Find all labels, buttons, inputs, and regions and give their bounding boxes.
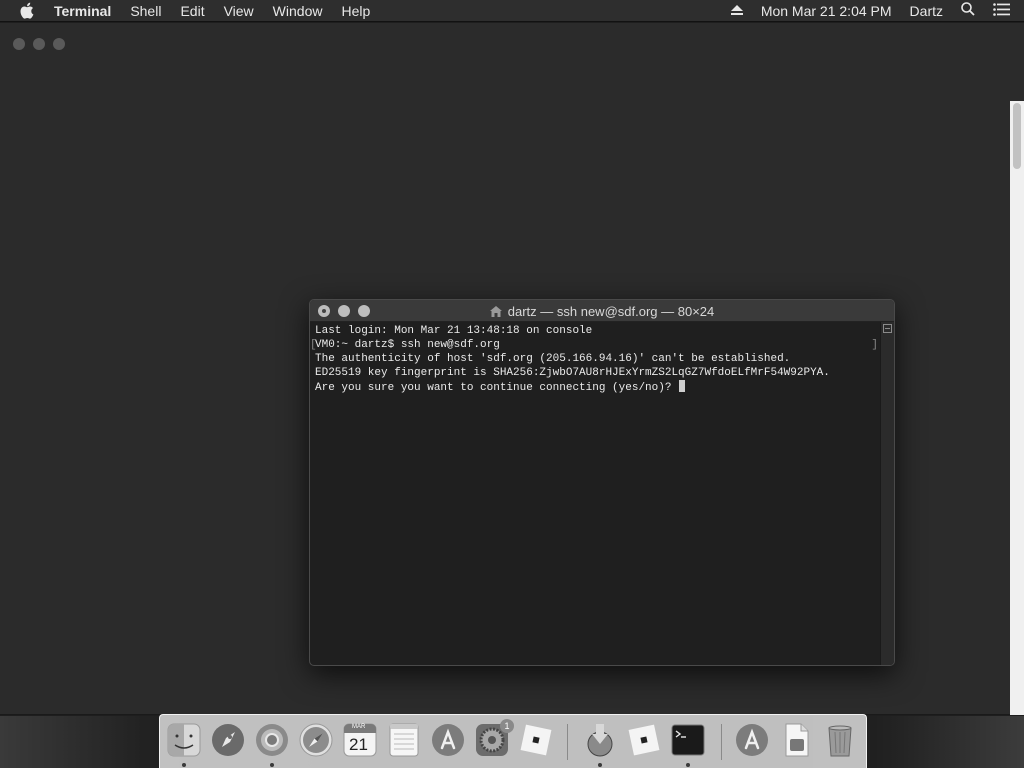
- terminal-title: dartz — ssh new@sdf.org — 80×24: [310, 300, 894, 322]
- app-store-icon[interactable]: [430, 722, 466, 758]
- terminal-line: VM0:~ dartz$ ssh new@sdf.org: [315, 339, 500, 351]
- terminal-titlebar[interactable]: dartz — ssh new@sdf.org — 80×24: [310, 300, 894, 322]
- terminal-title-text: dartz — ssh new@sdf.org — 80×24: [507, 303, 715, 319]
- apple-menu-icon[interactable]: [19, 2, 37, 19]
- minimize-button[interactable]: [33, 38, 45, 50]
- safari-icon[interactable]: [298, 722, 334, 758]
- document-icon[interactable]: [778, 722, 814, 758]
- spotlight-search-icon[interactable]: [961, 2, 975, 19]
- terminal-prompt-text: Are you sure you want to continue connec…: [315, 382, 679, 394]
- terminal-scrollbar[interactable]: [880, 322, 894, 665]
- dock-separator: [567, 724, 568, 760]
- calendar-month: MAR: [352, 724, 366, 730]
- menu-shell[interactable]: Shell: [130, 0, 161, 22]
- background-scrollbar[interactable]: [1010, 101, 1024, 715]
- menu-window[interactable]: Window: [273, 0, 323, 22]
- menu-user[interactable]: Dartz: [910, 3, 943, 19]
- launchpad-icon[interactable]: [210, 722, 246, 758]
- running-indicator: [182, 763, 186, 767]
- menu-bar: Terminal Shell Edit View Window Help Mon…: [0, 0, 1024, 22]
- split-pane-icon[interactable]: [883, 324, 892, 333]
- text-cursor: [679, 380, 686, 392]
- close-button[interactable]: [13, 38, 25, 50]
- terminal-app-icon[interactable]: [670, 722, 706, 758]
- home-icon: [489, 305, 502, 317]
- installer-icon[interactable]: [582, 722, 618, 758]
- menu-clock[interactable]: Mon Mar 21 2:04 PM: [761, 3, 892, 19]
- terminal-line: ED25519 key fingerprint is SHA256:ZjwbO7…: [315, 367, 830, 379]
- dock: MAR 21 1: [159, 714, 867, 768]
- finder-icon[interactable]: [166, 722, 202, 758]
- running-indicator: [598, 763, 602, 767]
- roblox-icon[interactable]: [518, 722, 554, 758]
- terminal-prompt-line: Are you sure you want to continue connec…: [315, 380, 875, 394]
- terminal-output[interactable]: Last login: Mon Mar 21 13:48:18 on conso…: [315, 324, 875, 664]
- menu-help[interactable]: Help: [341, 0, 370, 22]
- running-indicator: [270, 763, 274, 767]
- background-scrollbar-thumb[interactable]: [1013, 103, 1021, 169]
- terminal-window[interactable]: dartz — ssh new@sdf.org — 80×24 [ ] Last…: [309, 299, 895, 666]
- menu-app-name[interactable]: Terminal: [54, 0, 111, 22]
- trash-icon[interactable]: [822, 722, 858, 758]
- running-indicator: [686, 763, 690, 767]
- eject-icon[interactable]: [730, 3, 743, 19]
- menu-view[interactable]: View: [224, 0, 254, 22]
- roblox-studio-icon[interactable]: [626, 722, 662, 758]
- notification-center-icon[interactable]: [993, 2, 1010, 19]
- menu-edit[interactable]: Edit: [180, 0, 204, 22]
- notes-icon[interactable]: [386, 722, 422, 758]
- chrome-icon[interactable]: [254, 722, 290, 758]
- terminal-line: Last login: Mon Mar 21 13:48:18 on conso…: [315, 325, 593, 337]
- app-store-folder-icon[interactable]: [734, 722, 770, 758]
- zoom-button[interactable]: [53, 38, 65, 50]
- terminal-line: The authenticity of host 'sdf.org (205.1…: [315, 353, 791, 365]
- background-window-controls: [13, 38, 73, 50]
- notification-badge: 1: [500, 719, 514, 733]
- dock-separator: [721, 724, 722, 760]
- calendar-day: 21: [349, 735, 368, 754]
